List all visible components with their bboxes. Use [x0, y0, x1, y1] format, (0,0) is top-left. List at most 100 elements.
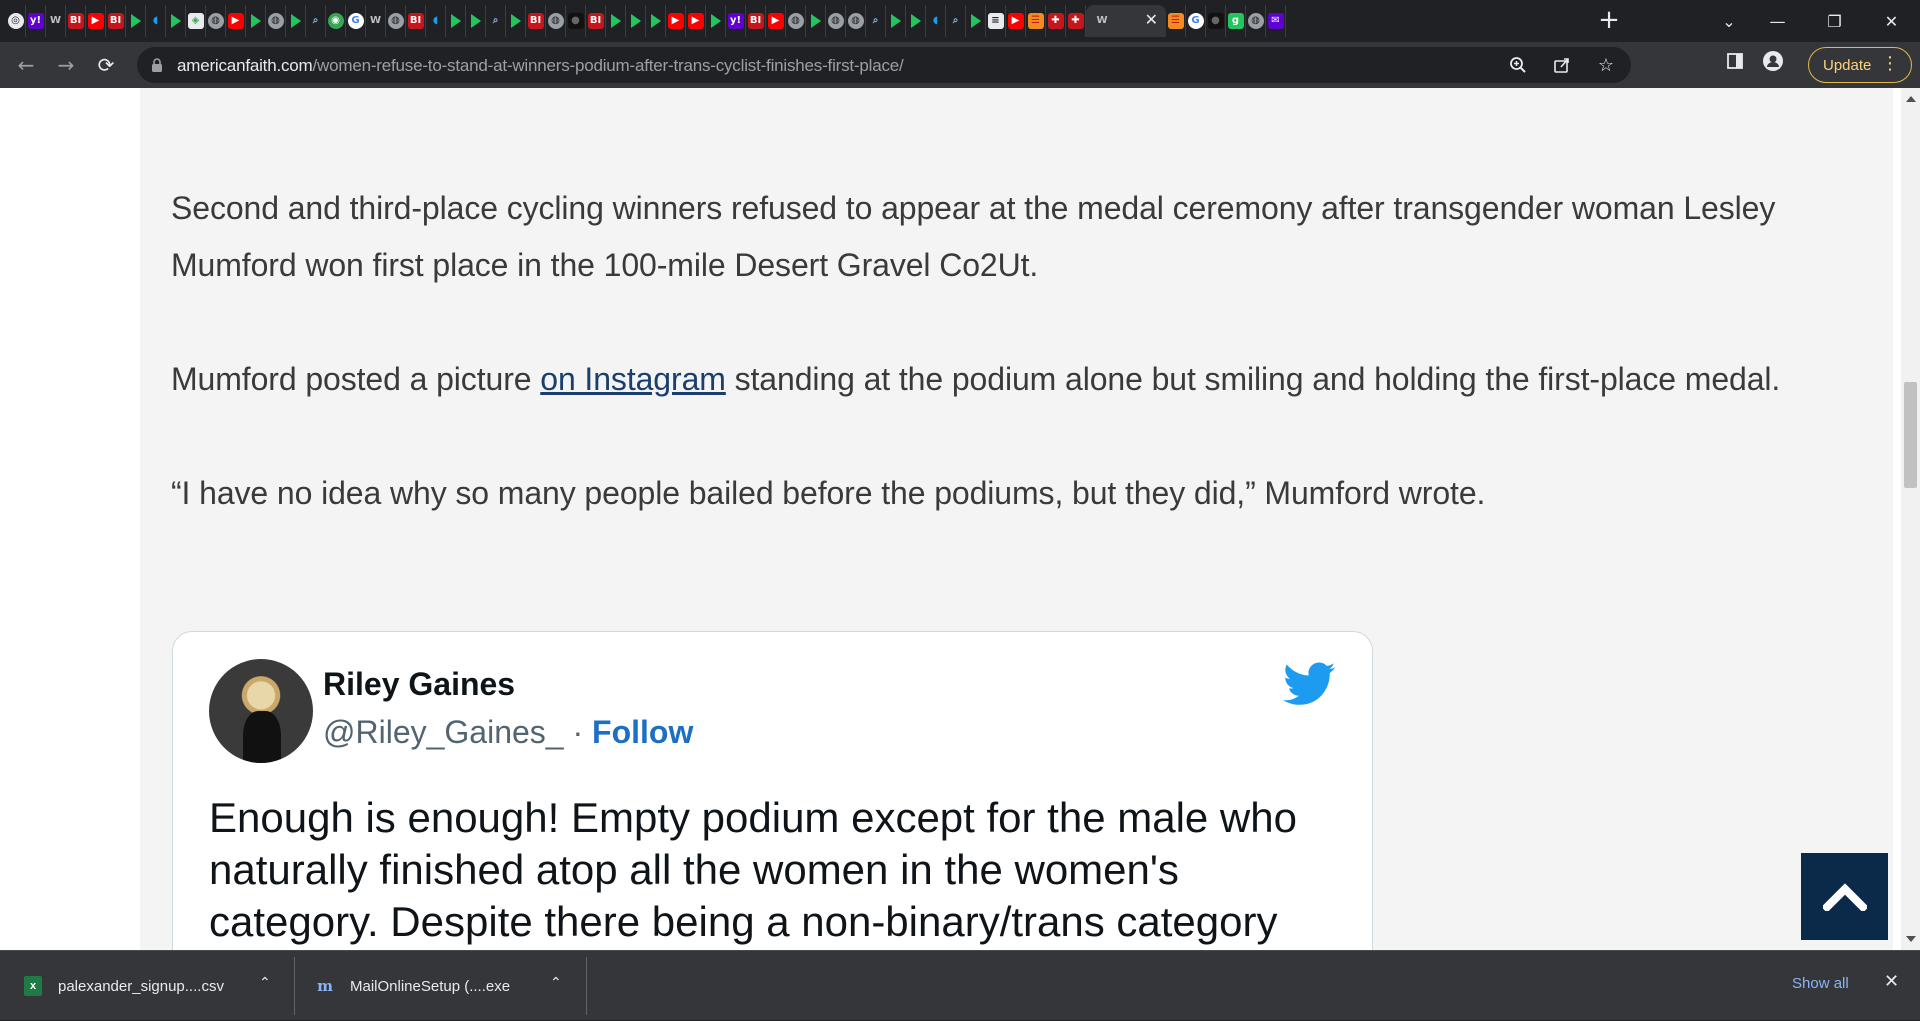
tab-dark[interactable]: ● — [566, 5, 586, 37]
embedded-tweet[interactable]: Riley Gaines @Riley_Gaines_ · Follow Eno… — [172, 631, 1373, 950]
tab-rumble[interactable] — [126, 5, 146, 37]
tab-google[interactable]: G — [1186, 5, 1206, 37]
chevron-up-icon[interactable]: ⌃ — [550, 975, 562, 991]
tab-rumble[interactable] — [446, 5, 466, 37]
download-item[interactable]: x palexander_signup....csv — [24, 951, 224, 1021]
minimize-button[interactable]: — — [1749, 0, 1806, 42]
update-button[interactable]: Update ⋮ — [1808, 47, 1912, 83]
tab-youtube[interactable]: ▶ — [1006, 5, 1026, 37]
close-window-button[interactable]: ✕ — [1863, 0, 1920, 42]
instagram-link[interactable]: on Instagram — [540, 361, 726, 397]
tab-globe[interactable]: ◍ — [206, 5, 226, 37]
tab-search[interactable]: ⌕ — [866, 5, 886, 37]
tab-globe[interactable]: ◍ — [846, 5, 866, 37]
tab-bi[interactable]: BI — [406, 5, 426, 37]
tweet-author-name[interactable]: Riley Gaines — [323, 666, 515, 703]
rumble-favicon-icon — [968, 13, 984, 29]
tab-youtube[interactable]: ▶ — [226, 5, 246, 37]
handle-text[interactable]: @Riley_Gaines_ — [323, 714, 564, 750]
tab-wapo[interactable]: W — [46, 5, 66, 37]
tab-wapo[interactable]: W — [366, 5, 386, 37]
excel-icon: x — [24, 976, 42, 996]
follow-button[interactable]: Follow — [592, 714, 693, 750]
tab-google[interactable]: G — [346, 5, 366, 37]
back-to-top-button[interactable] — [1801, 853, 1888, 940]
tab-mail[interactable]: ✉ — [1266, 5, 1286, 37]
tab-rumble[interactable] — [606, 5, 626, 37]
download-item[interactable]: m MailOnlineSetup (....exe — [316, 951, 510, 1021]
tab-rumble[interactable] — [906, 5, 926, 37]
side-panel-icon[interactable] — [1724, 50, 1746, 72]
tab-gab[interactable]: ✚ — [1066, 5, 1086, 37]
chevron-up-icon[interactable]: ⌃ — [259, 975, 271, 991]
tab-globe[interactable]: ◍ — [546, 5, 566, 37]
new-tab-button[interactable]: + — [1596, 7, 1622, 34]
tab-bi[interactable]: BI — [586, 5, 606, 37]
tab-active[interactable]: W ✕ — [1086, 5, 1166, 37]
tab-rumble[interactable] — [506, 5, 526, 37]
tab-bi[interactable]: BI — [66, 5, 86, 37]
tab-twitter[interactable]: ◖ — [146, 5, 166, 37]
tab-rumble[interactable] — [466, 5, 486, 37]
tab-youtube[interactable]: ▶ — [86, 5, 106, 37]
forward-button[interactable]: → — [52, 51, 80, 79]
tab-rumble[interactable] — [886, 5, 906, 37]
close-tab-icon[interactable]: ✕ — [1145, 13, 1158, 29]
show-all-downloads-button[interactable]: Show all — [1792, 975, 1849, 992]
tab-gab[interactable]: ✚ — [1046, 5, 1066, 37]
tab-search[interactable]: ⌕ — [306, 5, 326, 37]
tab-rumble[interactable] — [966, 5, 986, 37]
tab-bi[interactable]: BI — [746, 5, 766, 37]
tab-news[interactable]: ≡ — [986, 5, 1006, 37]
tab-rumble[interactable] — [166, 5, 186, 37]
tab-bi[interactable]: BI — [526, 5, 546, 37]
restore-button[interactable]: ❐ — [1806, 0, 1863, 42]
tab-globe[interactable]: ◍ — [266, 5, 286, 37]
tab-rumble[interactable] — [646, 5, 666, 37]
tab-gnews[interactable]: g — [1226, 5, 1246, 37]
tab-globe[interactable]: ◍ — [786, 5, 806, 37]
tab-rumble[interactable] — [806, 5, 826, 37]
tab-yahoo[interactable]: y! — [726, 5, 746, 37]
tab-globe[interactable]: ◍ — [386, 5, 406, 37]
tab-search-button[interactable]: ⌄ — [1709, 0, 1749, 42]
tab-search[interactable]: ⌕ — [946, 5, 966, 37]
tab-globe[interactable]: ◍ — [826, 5, 846, 37]
tab-twitter[interactable]: ◖ — [426, 5, 446, 37]
scrollbar-thumb[interactable] — [1904, 382, 1917, 488]
tab-bi[interactable]: BI — [106, 5, 126, 37]
close-download-shelf-button[interactable]: ✕ — [1884, 971, 1899, 992]
more-menu-icon[interactable]: ⋮ — [1881, 55, 1899, 73]
tab-chrome[interactable]: ◎ — [6, 5, 26, 37]
tab-search[interactable]: ⌕ — [486, 5, 506, 37]
download-shelf: x palexander_signup....csv ⌃ m MailOnlin… — [0, 950, 1920, 1020]
tab-maps[interactable]: ◈ — [186, 5, 206, 37]
bookmark-star-icon[interactable]: ☆ — [1595, 54, 1617, 76]
scroll-down-arrow[interactable] — [1906, 936, 1916, 942]
tab-youtube[interactable]: ▶ — [666, 5, 686, 37]
tab-rumble[interactable] — [246, 5, 266, 37]
tab-bars[interactable]: ☰ — [1026, 5, 1046, 37]
page-scrollbar[interactable] — [1901, 88, 1920, 950]
share-icon[interactable] — [1551, 54, 1573, 76]
url-text[interactable]: americanfaith.com/women-refuse-to-stand-… — [177, 56, 904, 76]
tab-earth[interactable]: ◉ — [326, 5, 346, 37]
profile-icon[interactable] — [1762, 50, 1784, 72]
tab-dark[interactable]: ● — [1206, 5, 1226, 37]
tab-youtube[interactable]: ▶ — [766, 5, 786, 37]
tab-rumble[interactable] — [626, 5, 646, 37]
back-button[interactable]: ← — [12, 51, 40, 79]
tab-rumble[interactable] — [286, 5, 306, 37]
tab-yahoo[interactable]: y! — [26, 5, 46, 37]
tab-youtube[interactable]: ▶ — [686, 5, 706, 37]
tab-twitter[interactable]: ◖ — [926, 5, 946, 37]
tab-globe[interactable]: ◍ — [1246, 5, 1266, 37]
reload-button[interactable]: ⟳ — [92, 51, 120, 79]
avatar[interactable] — [209, 659, 313, 763]
zoom-icon[interactable] — [1507, 54, 1529, 76]
scroll-up-arrow[interactable] — [1906, 96, 1916, 102]
twitter-bird-icon[interactable] — [1284, 662, 1336, 706]
address-bar[interactable]: americanfaith.com/women-refuse-to-stand-… — [137, 47, 1631, 83]
tab-rumble[interactable] — [706, 5, 726, 37]
tab-bars[interactable]: ☰ — [1166, 5, 1186, 37]
